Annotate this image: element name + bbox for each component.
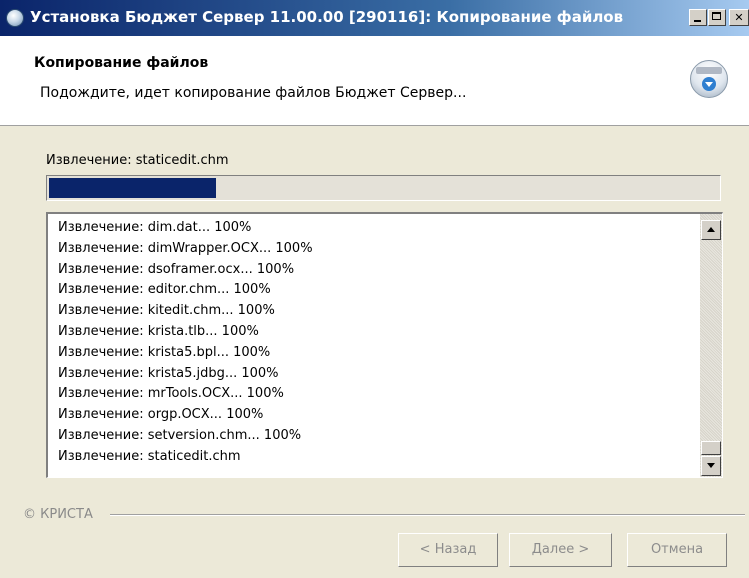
wizard-header: Копирование файлов Подождите, идет копир… [0,36,749,126]
close-button[interactable]: ✕ [729,9,749,26]
minimize-icon [694,20,701,22]
close-icon: ✕ [734,11,744,24]
log-scrollbar[interactable] [700,214,722,477]
install-download-icon [690,60,728,98]
log-line: Извлечение: mrTools.OCX... 100% [58,386,284,402]
back-button[interactable]: < Назад [398,533,498,567]
log-line: Извлечение: krista5.bpl... 100% [58,344,271,360]
log-line: Извлечение: orgp.OCX... 100% [58,407,264,423]
arrow-down-icon [707,463,715,468]
installer-disc-icon [6,9,24,27]
log-line: Извлечение: kitedit.chm... 100% [58,303,275,319]
log-line: Извлечение: dimWrapper.OCX... 100% [58,240,313,256]
scroll-down-button[interactable] [701,456,721,476]
next-button[interactable]: Далее > [509,533,612,567]
log-line: Извлечение: setversion.chm... 100% [58,427,302,443]
page-title: Копирование файлов [34,55,209,71]
progress-bar-fill [49,178,216,198]
arrow-up-icon [707,227,715,232]
scroll-up-button[interactable] [701,220,721,240]
log-line: Извлечение: dim.dat... 100% [58,220,252,235]
title-bar[interactable]: Установка Бюджет Сервер 11.00.00 [290116… [0,0,749,36]
current-file-label: Извлечение: staticedit.chm [46,153,229,168]
log-line: Извлечение: krista.tlb... 100% [58,323,259,339]
maximize-icon [712,12,721,20]
progress-bar [46,175,721,201]
footer-divider [110,514,745,516]
log-line: Извлечение: dsoframer.ocx... 100% [58,261,295,277]
log-line: Извлечение: editor.chm... 100% [58,282,271,298]
log-line: Извлечение: krista5.jdbg... 100% [58,365,279,381]
maximize-button[interactable] [708,9,726,26]
download-arrow-icon [702,77,716,91]
log-line: Извлечение: staticedit.chm [58,448,241,464]
page-subtitle: Подождите, идет копирование файлов Бюдже… [40,85,467,101]
brand-label: © КРИСТА [23,507,97,522]
scroll-thumb[interactable] [701,441,721,455]
minimize-button[interactable] [689,9,707,26]
extraction-log[interactable]: Извлечение: dim.dat... 100% Извлечение: d… [46,212,723,478]
cancel-button[interactable]: Отмена [627,533,727,567]
log-list: Извлечение: dim.dat... 100% Извлечение: d… [58,218,313,468]
window-title: Установка Бюджет Сервер 11.00.00 [290116… [30,8,624,26]
icon-band [696,67,722,74]
